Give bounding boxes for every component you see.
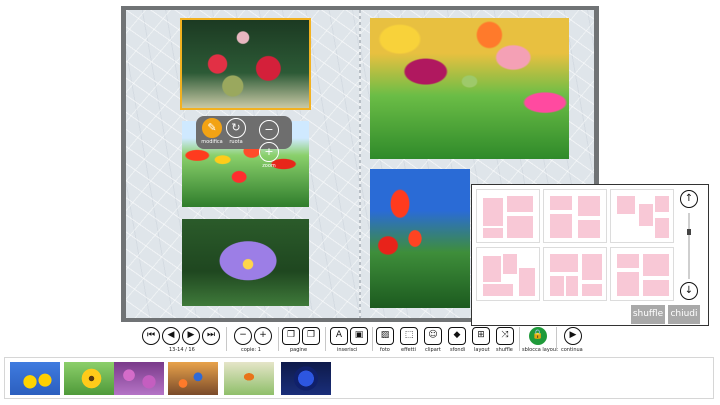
- toolbar-divider: [519, 327, 520, 351]
- minus-icon: −: [239, 330, 247, 340]
- photo-colorful-tulips[interactable]: [370, 18, 569, 159]
- layout-option-5[interactable]: [543, 247, 607, 301]
- zoom-label: zoom: [262, 163, 276, 169]
- layout-shuffle-button[interactable]: shuffle: [631, 305, 665, 324]
- image-icon: ▣: [354, 330, 364, 340]
- layout-option-6[interactable]: [610, 247, 674, 301]
- pencil-icon[interactable]: ✎: [202, 118, 222, 138]
- layouts-popup: ↑ ↓ shuffle chiudi: [471, 184, 709, 326]
- rotate-icon[interactable]: ↻: [226, 118, 246, 138]
- scroll-down-button[interactable]: ↓: [680, 282, 698, 300]
- toolbar-divider: [226, 327, 227, 351]
- layout-option-1[interactable]: [476, 189, 540, 243]
- insert-image-button[interactable]: ▣: [350, 327, 368, 345]
- thumb-pink-flowers[interactable]: [114, 362, 164, 395]
- lock-icon: 🔒: [532, 330, 544, 340]
- zoom-in-icon[interactable]: +: [259, 142, 279, 162]
- continue-button[interactable]: ▶: [564, 327, 582, 345]
- plus-icon: +: [259, 330, 267, 340]
- page-range: 13-14 / 16: [169, 347, 195, 353]
- photo-filmstrip: [4, 357, 714, 399]
- photo-red-tulips-sky[interactable]: [370, 169, 470, 308]
- insert-label: inserisci: [337, 347, 358, 353]
- effects-label: effetti: [401, 347, 416, 353]
- scroll-track[interactable]: [688, 213, 690, 279]
- edit-label: modifica: [201, 139, 223, 145]
- layout-option-2[interactable]: [543, 189, 607, 243]
- prev-page-button[interactable]: ◀: [162, 327, 180, 345]
- photobook-editor: ✎ modifica ↻ ruota − + zoom ↑ ↓ shuffle …: [0, 0, 720, 405]
- layout-label: layout: [474, 347, 490, 353]
- prev-icon: ◀: [167, 330, 175, 340]
- continue-label: continua: [561, 347, 583, 353]
- effects-button[interactable]: ⬚: [400, 327, 418, 345]
- paint-bucket-icon: ◆: [453, 330, 461, 340]
- edit-tool[interactable]: ✎ modifica: [201, 118, 223, 146]
- last-page-icon: ⏭: [206, 330, 216, 340]
- copies-label: copie: 1: [241, 347, 261, 353]
- arrow-down-icon: ↓: [684, 285, 694, 296]
- effects-icon: ⬚: [404, 330, 414, 340]
- thumb-sunflower[interactable]: [64, 362, 114, 395]
- backgrounds-label: sfondi: [450, 347, 466, 353]
- text-icon: A: [335, 330, 343, 340]
- toolbar-divider: [278, 327, 279, 351]
- thumb-blue-orange-flowers[interactable]: [168, 362, 218, 395]
- photo-button[interactable]: ▨: [376, 327, 394, 345]
- unlock-layout-label: sblocca layout: [522, 347, 558, 353]
- layout-close-button[interactable]: chiudi: [668, 305, 700, 324]
- backgrounds-button[interactable]: ◆: [448, 327, 466, 345]
- first-page-button[interactable]: ⏮: [142, 327, 160, 345]
- shuffle-icon: ⤨: [501, 330, 509, 340]
- pages-icon: ❐: [286, 330, 296, 340]
- thumb-sunflowers-sky[interactable]: [10, 362, 60, 395]
- next-page-button[interactable]: ▶: [182, 327, 200, 345]
- next-icon: ▶: [187, 330, 195, 340]
- grid-icon: ⊞: [477, 330, 485, 340]
- layout-button[interactable]: ⊞: [472, 327, 490, 345]
- layout-option-3[interactable]: [610, 189, 674, 243]
- rotate-tool[interactable]: ↻ ruota: [225, 118, 247, 146]
- pages-next-button[interactable]: ❐: [302, 327, 320, 345]
- toolbar-divider: [325, 327, 326, 351]
- photo-purple-water-lily[interactable]: [182, 219, 309, 306]
- zoom-tool[interactable]: − + zoom: [249, 118, 289, 170]
- photo-icon: ▨: [380, 330, 390, 340]
- scroll-up-button[interactable]: ↑: [680, 190, 698, 208]
- pages-label: pagine: [290, 347, 308, 353]
- clipart-icon: ☺: [428, 330, 438, 340]
- copies-increase-button[interactable]: +: [254, 327, 272, 345]
- pages-prev-button[interactable]: ❐: [282, 327, 300, 345]
- toolbar-divider: [372, 327, 373, 351]
- toolbar-divider: [556, 327, 557, 351]
- thumb-butterfly-flower[interactable]: [224, 362, 274, 395]
- shuffle-button[interactable]: ⤨: [496, 327, 514, 345]
- bottom-toolbar: ⏮ ◀ ▶ ⏭ 13-14 / 16 − + copie: 1 ❐ ❐ pagi…: [138, 327, 588, 355]
- photo-roses[interactable]: [180, 18, 311, 110]
- layout-grid: [476, 189, 676, 301]
- first-page-icon: ⏮: [146, 330, 156, 340]
- pages-icon: ❐: [306, 330, 316, 340]
- insert-text-button[interactable]: A: [330, 327, 348, 345]
- rotate-label: ruota: [229, 139, 243, 145]
- photo-label: foto: [380, 347, 390, 353]
- scroll-thumb[interactable]: [687, 229, 691, 235]
- thumb-blue-rose[interactable]: [281, 362, 331, 395]
- arrow-up-icon: ↑: [684, 193, 694, 204]
- play-icon: ▶: [569, 330, 577, 340]
- zoom-out-icon[interactable]: −: [259, 120, 279, 140]
- clipart-label: clipart: [425, 347, 441, 353]
- page-spine: [359, 10, 361, 318]
- shuffle-label: shuffle: [496, 347, 513, 353]
- clipart-button[interactable]: ☺: [424, 327, 442, 345]
- copies-decrease-button[interactable]: −: [234, 327, 252, 345]
- last-page-button[interactable]: ⏭: [202, 327, 220, 345]
- layout-option-4[interactable]: [476, 247, 540, 301]
- photo-edit-toolbar: ✎ modifica ↻ ruota − + zoom: [196, 116, 292, 169]
- unlock-layout-button[interactable]: 🔒: [529, 327, 547, 345]
